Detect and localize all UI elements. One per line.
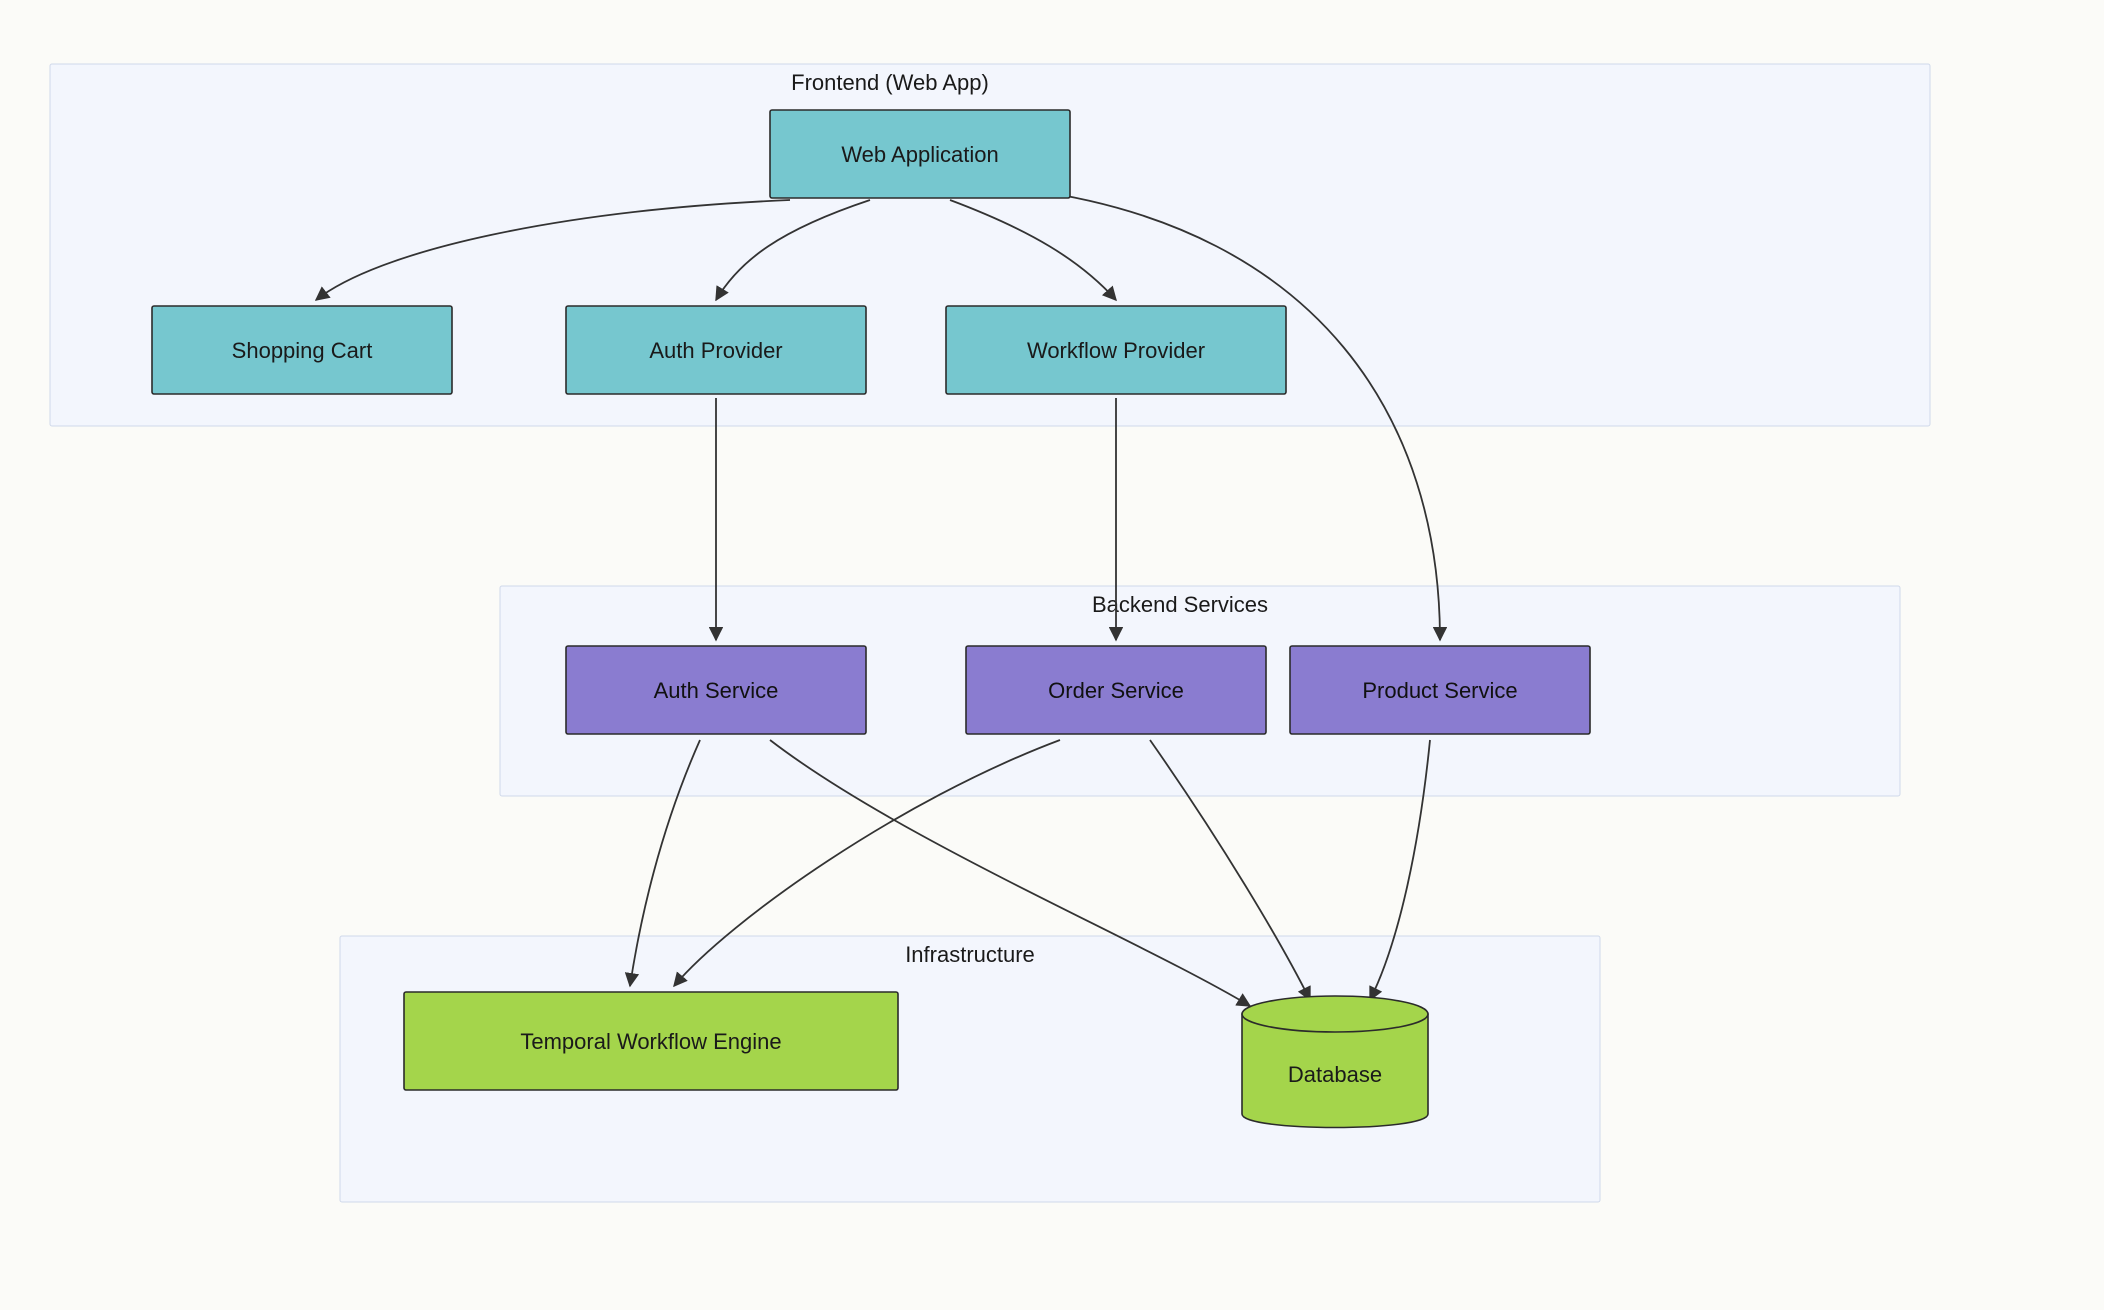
group-frontend-label: Frontend (Web App) (791, 70, 989, 95)
node-database-label: Database (1288, 1062, 1382, 1087)
node-temporal-engine: Temporal Workflow Engine (404, 992, 898, 1090)
group-backend-label: Backend Services (1092, 592, 1268, 617)
node-web-application-label: Web Application (841, 142, 998, 167)
node-order-service: Order Service (966, 646, 1266, 734)
node-product-service-label: Product Service (1362, 678, 1517, 703)
node-order-service-label: Order Service (1048, 678, 1184, 703)
node-product-service: Product Service (1290, 646, 1590, 734)
node-workflow-provider: Workflow Provider (946, 306, 1286, 394)
node-temporal-engine-label: Temporal Workflow Engine (520, 1029, 781, 1054)
node-auth-service: Auth Service (566, 646, 866, 734)
architecture-diagram: Frontend (Web App) Backend Services Infr… (0, 0, 2104, 1310)
group-infra-label: Infrastructure (905, 942, 1035, 967)
node-auth-service-label: Auth Service (654, 678, 779, 703)
node-database: Database (1242, 996, 1428, 1128)
node-shopping-cart-label: Shopping Cart (232, 338, 373, 363)
node-workflow-provider-label: Workflow Provider (1027, 338, 1205, 363)
node-web-application: Web Application (770, 110, 1070, 198)
node-auth-provider-label: Auth Provider (649, 338, 782, 363)
node-shopping-cart: Shopping Cart (152, 306, 452, 394)
node-auth-provider: Auth Provider (566, 306, 866, 394)
